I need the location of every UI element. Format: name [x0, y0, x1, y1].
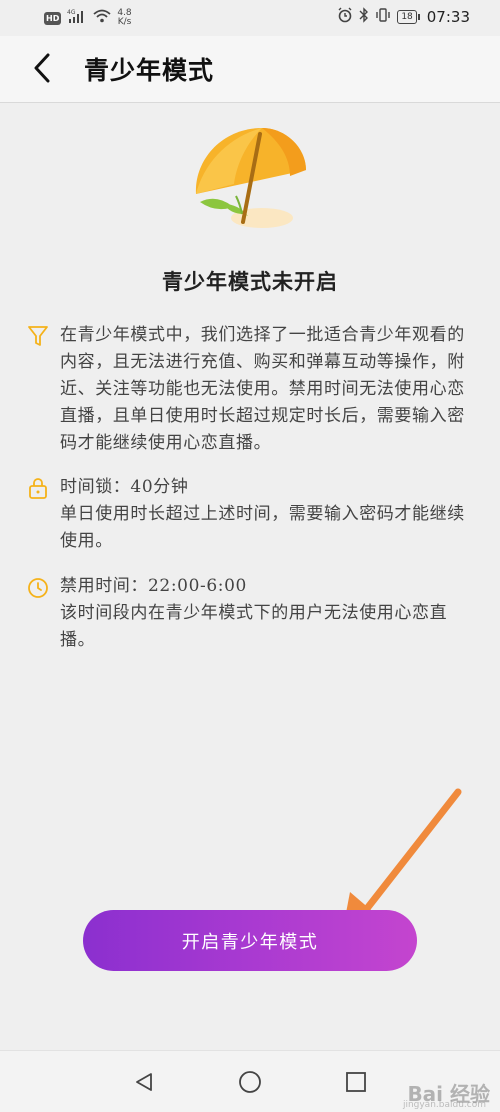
umbrella-illustration [186, 124, 316, 240]
info-block-time-lock: 时间锁：40分钟 单日使用时长超过上述时间，需要输入密码才能继续使用。 [26, 474, 476, 555]
wifi-icon [93, 9, 111, 27]
square-recents-icon [346, 1072, 366, 1092]
chevron-left-icon [34, 53, 50, 83]
nav-home-button[interactable] [237, 1069, 263, 1095]
enable-youth-mode-button[interactable]: 开启青少年模式 [83, 910, 417, 971]
disable-time-value: 禁用时间：22:00-6:00 [60, 576, 247, 596]
clock-icon [28, 578, 48, 598]
page-title: 青少年模式 [84, 56, 215, 85]
nav-back-button[interactable] [131, 1069, 157, 1095]
vibrate-icon [375, 7, 391, 27]
info-text-content: 在青少年模式中，我们选择了一批适合青少年观看的内容，且无法进行充值、购买和弹幕互… [60, 325, 465, 453]
back-button[interactable] [24, 50, 60, 86]
signal-icon: 4G [67, 9, 87, 27]
mode-status-title: 青少年模式未开启 [162, 270, 338, 294]
watermark-url: jingyan.baidu.com [402, 1100, 486, 1110]
app-header: 青少年模式 [0, 36, 500, 103]
info-block-disable-time: 禁用时间：22:00-6:00 该时间段内在青少年模式下的用户无法使用心恋直播。 [26, 573, 476, 654]
svg-text:4G: 4G [67, 9, 76, 16]
lock-icon [29, 478, 47, 499]
disable-time-text: 禁用时间：22:00-6:00 该时间段内在青少年模式下的用户无法使用心恋直播。 [60, 573, 476, 654]
disable-time-desc: 该时间段内在青少年模式下的用户无法使用心恋直播。 [60, 603, 448, 650]
time-lock-desc: 单日使用时长超过上述时间，需要输入密码才能继续使用。 [60, 504, 465, 551]
battery-indicator: 18 [397, 10, 421, 24]
circle-home-icon [239, 1071, 261, 1093]
time-lock-value: 时间锁：40分钟 [60, 477, 189, 497]
funnel-icon [28, 326, 48, 346]
info-block-content: 在青少年模式中，我们选择了一批适合青少年观看的内容，且无法进行充值、购买和弹幕互… [26, 322, 476, 457]
status-bar: HD 4G 4.8 K/s 18 07:33 [0, 0, 500, 36]
triangle-back-icon [136, 1073, 152, 1091]
clock-time: 07:33 [426, 8, 470, 26]
time-lock-text: 时间锁：40分钟 单日使用时长超过上述时间，需要输入密码才能继续使用。 [60, 474, 476, 555]
hd-badge: HD [44, 11, 62, 25]
alarm-icon [337, 7, 353, 27]
net-speed: 4.8 K/s [117, 8, 132, 27]
bluetooth-icon [359, 7, 369, 27]
nav-recents-button[interactable] [343, 1069, 369, 1095]
